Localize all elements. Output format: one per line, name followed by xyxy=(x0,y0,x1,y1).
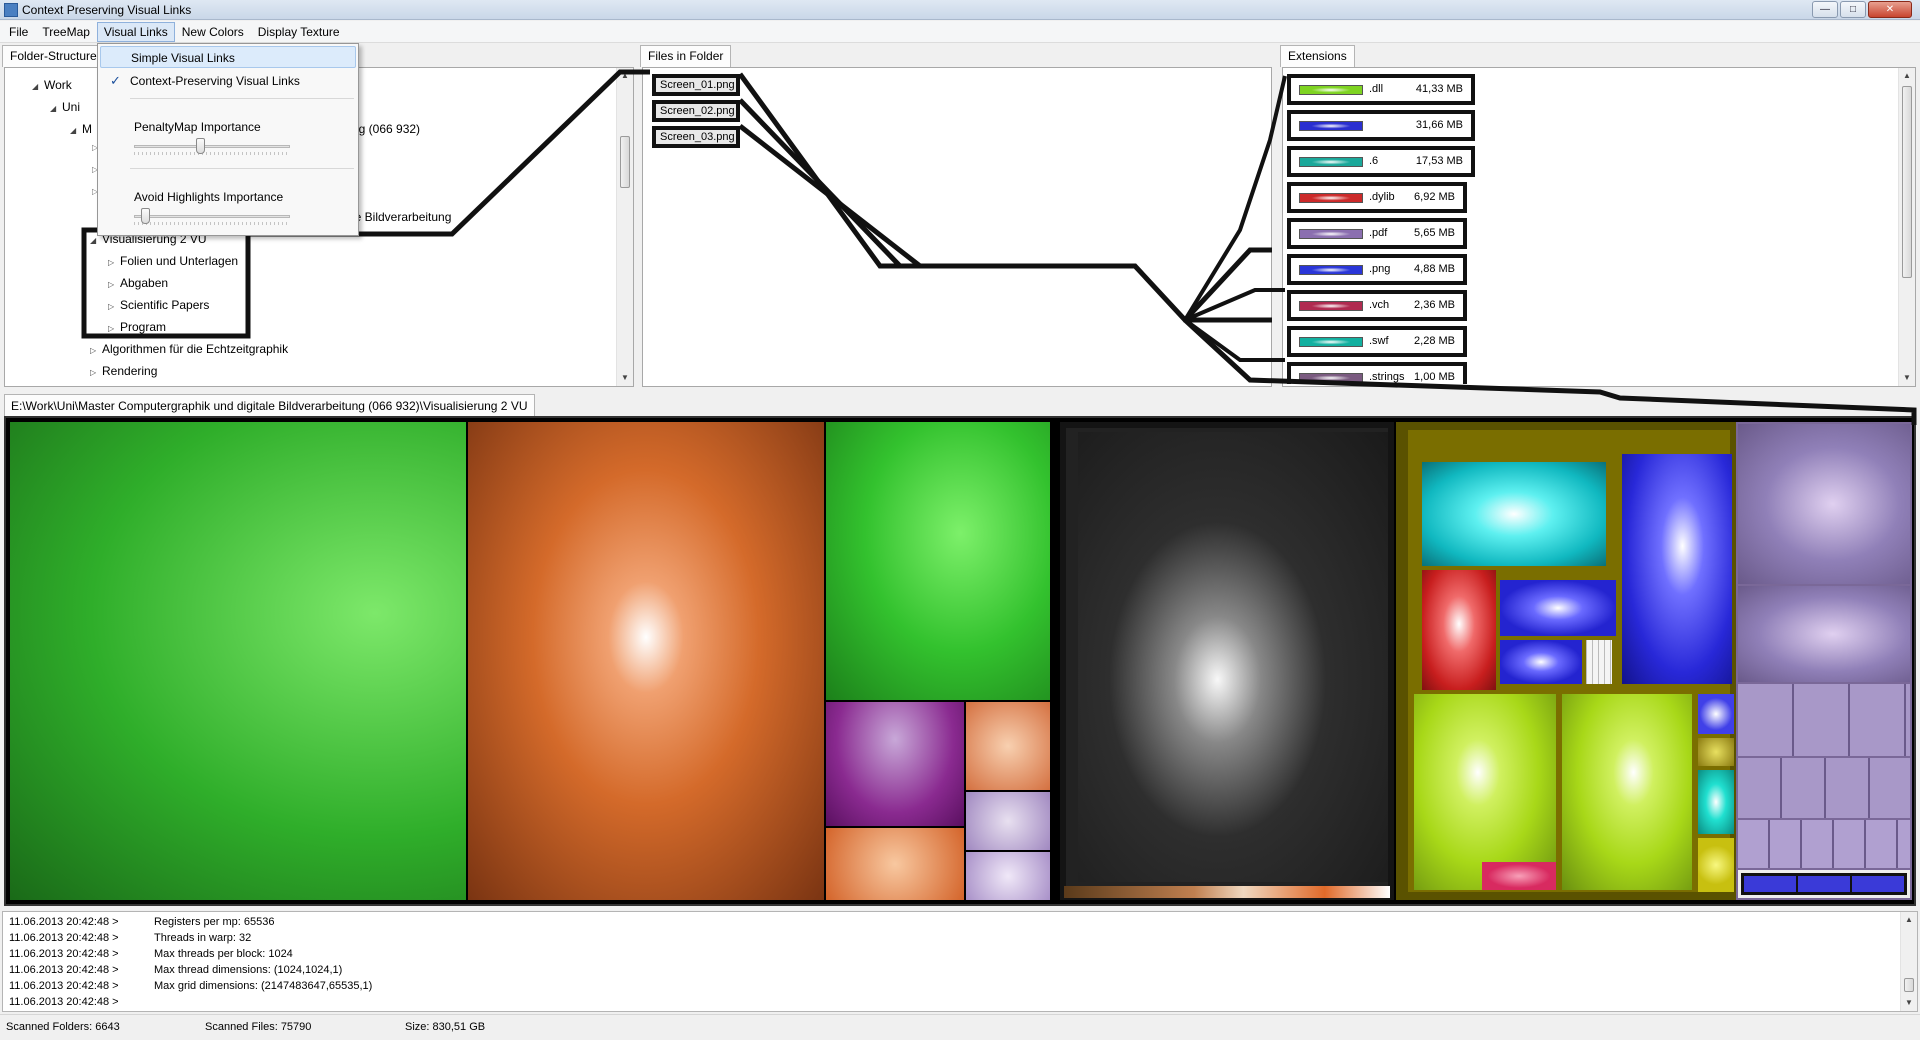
slider-track xyxy=(134,145,290,148)
app-window: Context Preserving Visual Links — □ ✕ Fi… xyxy=(0,0,1920,1040)
menu-separator xyxy=(130,98,354,99)
menu-separator xyxy=(130,168,354,169)
avoid-highlights-label: Avoid Highlights Importance xyxy=(134,190,284,204)
link-ext-c xyxy=(1183,318,1285,362)
avoid-highlights-slider[interactable] xyxy=(134,208,290,225)
check-icon: ✓ xyxy=(110,73,121,88)
visual-links-dropdown: Simple Visual Links ✓ Context-Preserving… xyxy=(97,43,359,236)
penalty-map-label: PenaltyMap Importance xyxy=(134,120,261,134)
link-ext-d xyxy=(1183,318,1917,425)
slider-thumb[interactable] xyxy=(195,138,205,154)
menu-item-context-preserving[interactable]: ✓ Context-Preserving Visual Links xyxy=(100,70,356,92)
link-file3 xyxy=(738,124,922,268)
slider-ticks xyxy=(134,222,290,225)
slider-thumb[interactable] xyxy=(141,208,151,224)
menu-item-simple-visual-links[interactable]: Simple Visual Links xyxy=(100,46,356,68)
link-file2 xyxy=(738,98,902,268)
slider-ticks xyxy=(134,152,290,155)
link-file1 xyxy=(737,72,1272,323)
link-ext-a xyxy=(1183,75,1287,322)
slider-track xyxy=(134,215,290,218)
link-highlight-folder xyxy=(81,227,251,339)
penalty-map-slider[interactable] xyxy=(134,138,290,155)
link-ext-trunk xyxy=(1183,247,1272,322)
